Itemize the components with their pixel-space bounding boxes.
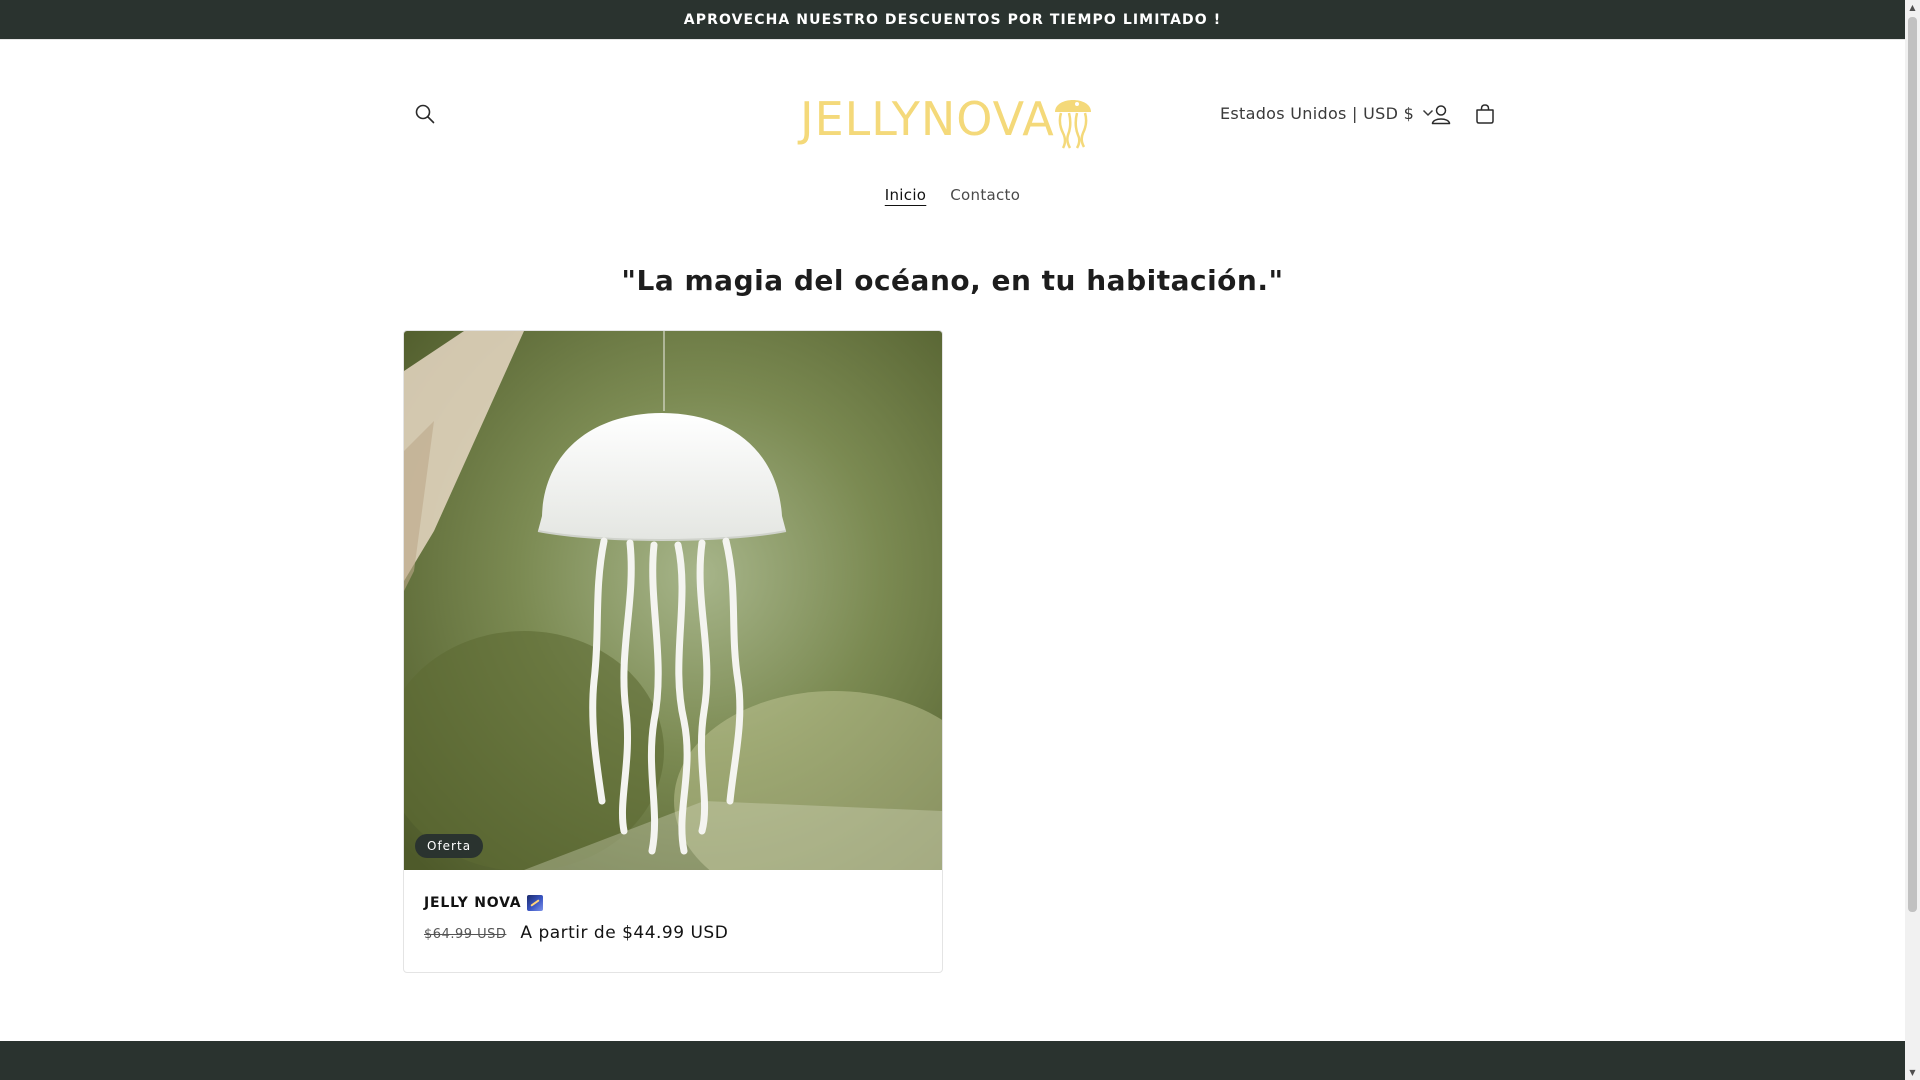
country-currency-selector[interactable]: Estados Unidos | USD $ [1220, 98, 1434, 128]
search-button[interactable] [405, 98, 445, 130]
product-title[interactable]: JELLY NOVA [424, 895, 544, 911]
store-logo[interactable]: JELLYNOVA [800, 84, 1100, 154]
nav-link-contacto[interactable]: Contacto [950, 186, 1020, 204]
price-regular: $64.99 USD [424, 927, 507, 942]
galaxy-emoji-icon [527, 895, 544, 911]
sale-badge: Oferta [415, 834, 484, 858]
nav-link-inicio[interactable]: Inicio [885, 186, 927, 204]
jellyfish-logo-icon [1054, 100, 1091, 149]
cart-icon [1476, 104, 1494, 124]
scroll-thumb[interactable] [1908, 17, 1917, 912]
jellyfish-lamp-photo [404, 331, 942, 870]
main-nav: Inicio Contacto [0, 186, 1905, 204]
product-card[interactable]: Oferta JELLY NOVA $64.99 USD A partir de… [403, 330, 943, 973]
cart-button[interactable] [1468, 98, 1502, 130]
logo-text: JELLYNOVA [800, 92, 1055, 146]
footer-bar [0, 1041, 1905, 1080]
account-icon [1431, 105, 1451, 125]
announcement-bar: APROVECHA NUESTRO DESCUENTOS POR TIEMPO … [0, 0, 1905, 39]
announcement-text: APROVECHA NUESTRO DESCUENTOS POR TIEMPO … [683, 11, 1222, 28]
account-button[interactable] [1424, 98, 1458, 130]
page-tagline: "La magia del océano, en tu habitación." [621, 264, 1284, 297]
header-divider [0, 39, 1905, 40]
price-sale: A partir de $44.99 USD [520, 923, 729, 943]
search-icon [415, 104, 435, 124]
scroll-up-icon[interactable]: ▲ [1908, 3, 1917, 12]
scrollbar[interactable]: ▲ ▼ [1905, 0, 1920, 1080]
product-image[interactable]: Oferta [404, 331, 942, 870]
country-selector-label: Estados Unidos | USD $ [1220, 103, 1415, 123]
product-price: $64.99 USD A partir de $44.99 USD [424, 923, 728, 943]
product-title-text: JELLY NOVA [424, 895, 522, 911]
scroll-down-icon[interactable]: ▼ [1908, 1068, 1917, 1077]
